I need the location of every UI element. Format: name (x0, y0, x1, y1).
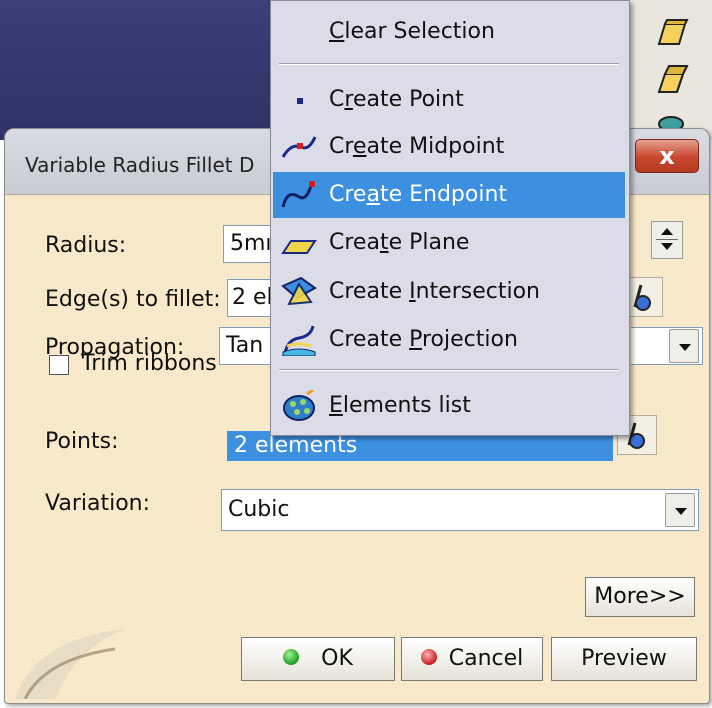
menu-separator (279, 369, 619, 371)
endpoint-icon (281, 181, 315, 208)
trim-ribbons-checkbox[interactable] (49, 355, 69, 375)
right-toolbar (628, 0, 712, 140)
menu-item-create-midpoint[interactable]: Create Midpoint (273, 124, 625, 170)
cancel-button[interactable]: Cancel (401, 637, 543, 681)
radius-spinner[interactable] (651, 221, 683, 259)
edges-to-fillet-label: Edge(s) to fillet: (45, 287, 221, 312)
menu-item-create-projection[interactable]: Create Projection (273, 317, 625, 363)
edges-field[interactable]: 2 el (227, 279, 273, 317)
menu-item-elements-list[interactable]: Elements list (273, 383, 625, 429)
menu-item-create-plane[interactable]: Create Plane (273, 220, 625, 266)
radius-field[interactable]: 5mı (223, 225, 273, 263)
cancel-label: Cancel (448, 646, 524, 671)
trim-ribbons-label: Trim ribbons (81, 351, 217, 376)
midpoint-icon (281, 136, 317, 158)
spin-down-icon[interactable] (661, 243, 673, 250)
menu-separator (279, 63, 619, 65)
pad-icon[interactable] (653, 62, 689, 98)
sketch-icon[interactable] (653, 16, 689, 52)
radius-label: Radius: (45, 233, 127, 258)
close-button[interactable]: x (635, 139, 699, 173)
more-button[interactable]: More>> (585, 577, 695, 617)
fillet-selector-icon (633, 284, 651, 311)
projection-icon (282, 325, 316, 356)
points-label: Points: (45, 429, 119, 454)
plane-icon (281, 240, 317, 254)
intersection-icon (281, 276, 317, 306)
menu-item-create-endpoint[interactable]: Create Endpoint (273, 172, 625, 218)
variation-label: Variation: (45, 491, 151, 516)
dialog-title: Variable Radius Fillet D (25, 153, 255, 177)
propagation-dropdown-arrow[interactable] (669, 329, 699, 363)
variation-combo[interactable]: Cubic (221, 489, 699, 531)
menu-item-clear-selection[interactable]: Clear Selection (273, 9, 625, 55)
menu-item-create-point[interactable]: Create Point (273, 77, 625, 123)
context-menu: Clear Selection Create Point Create Midp… (270, 0, 630, 436)
preview-button[interactable]: Preview (551, 637, 697, 681)
catia-logo-icon (15, 629, 125, 699)
ok-label: OK (321, 646, 353, 671)
cancel-icon (420, 649, 437, 665)
point-icon (297, 98, 303, 104)
ok-icon (283, 649, 300, 665)
spin-up-icon[interactable] (661, 228, 673, 235)
menu-item-create-intersection[interactable]: Create Intersection (273, 269, 625, 315)
elements-list-icon (283, 390, 315, 421)
propagation-combo[interactable]: Tan (219, 327, 273, 365)
ok-button[interactable]: OK (241, 637, 395, 681)
variation-dropdown-arrow[interactable] (665, 493, 695, 527)
